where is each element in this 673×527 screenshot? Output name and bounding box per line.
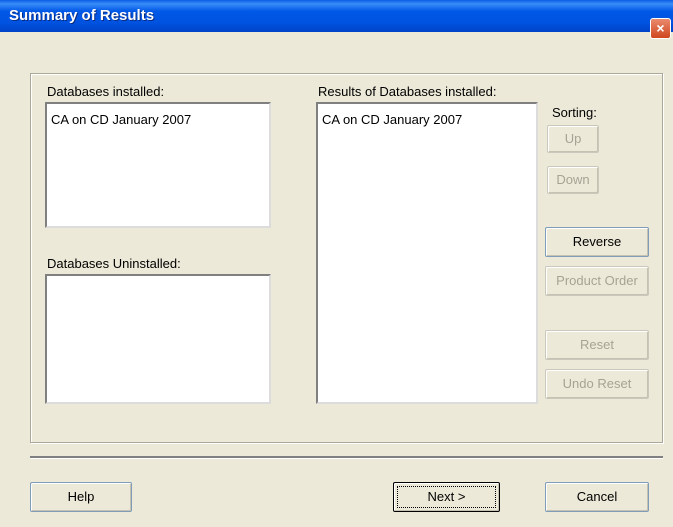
close-icon: × <box>656 20 665 36</box>
databases-installed-label: Databases installed: <box>47 84 165 99</box>
reset-button[interactable]: Reset <box>545 330 649 360</box>
title-bar: Summary of Results × <box>0 0 673 39</box>
undo-reset-button[interactable]: Undo Reset <box>545 369 649 399</box>
close-button[interactable]: × <box>650 18 671 39</box>
focus-rectangle <box>397 486 496 508</box>
results-list[interactable]: CA on CD January 2007 <box>316 102 538 404</box>
summary-dialog: Summary of Results × Databases installed… <box>0 0 673 527</box>
databases-uninstalled-label: Databases Uninstalled: <box>47 256 181 271</box>
cancel-button[interactable]: Cancel <box>545 482 649 512</box>
down-button[interactable]: Down <box>547 166 599 194</box>
results-label: Results of Databases installed: <box>318 84 497 99</box>
next-button[interactable]: Next > <box>393 482 500 512</box>
window-title: Summary of Results <box>9 7 155 24</box>
reverse-button[interactable]: Reverse <box>545 227 649 257</box>
list-item[interactable]: CA on CD January 2007 <box>322 112 462 127</box>
sorting-label: Sorting: <box>552 105 597 120</box>
product-order-button[interactable]: Product Order <box>545 266 649 296</box>
databases-installed-list[interactable]: CA on CD January 2007 <box>45 102 271 228</box>
separator <box>30 456 663 459</box>
list-item[interactable]: CA on CD January 2007 <box>51 112 191 127</box>
help-button[interactable]: Help <box>30 482 132 512</box>
up-button[interactable]: Up <box>547 125 599 153</box>
databases-uninstalled-list[interactable] <box>45 274 271 404</box>
